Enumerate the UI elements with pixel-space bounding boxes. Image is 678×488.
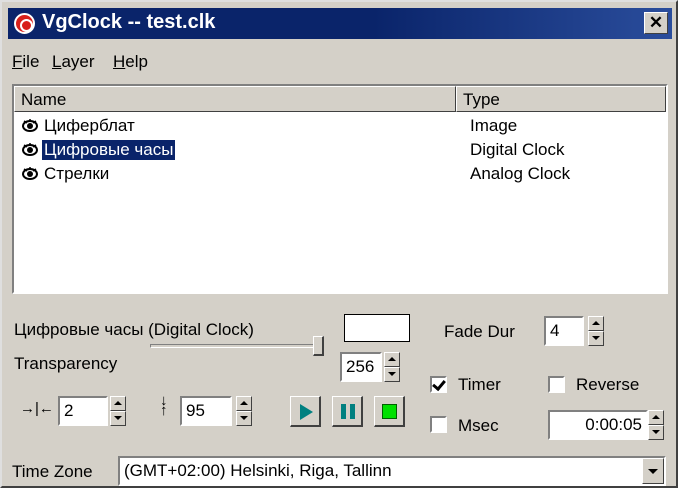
time-zone-select[interactable]: (GMT+02:00) Helsinki, Riga, Tallinn [118, 456, 666, 486]
fade-dur-spinner[interactable] [588, 316, 604, 346]
spin-up-icon[interactable] [648, 410, 664, 425]
slider-thumb[interactable] [313, 336, 324, 356]
x-offset-spinner[interactable] [110, 396, 126, 426]
time-zone-value: (GMT+02:00) Helsinki, Riga, Tallinn [124, 461, 392, 480]
spin-up-icon[interactable] [588, 316, 604, 331]
duration-field[interactable]: 0:00:05 [548, 410, 648, 440]
reverse-label: Reverse [576, 375, 640, 394]
spin-down-icon[interactable] [110, 411, 126, 426]
duration-spinner[interactable] [648, 410, 664, 440]
layer-list[interactable]: Name Type Циферблат Image Цифровые часы … [12, 84, 668, 294]
timer-checkbox[interactable] [430, 376, 447, 393]
vertical-offset-icon: ↓ ↑ [160, 392, 168, 419]
horizontal-offset-icon: →|← [20, 400, 54, 417]
timer-label: Timer [458, 375, 501, 394]
pause-button[interactable] [332, 396, 363, 427]
fade-dur-label: Fade Dur [444, 322, 515, 341]
transparency-spinner[interactable] [384, 352, 400, 382]
close-button[interactable]: ✕ [644, 12, 668, 34]
transparency-label: Transparency [14, 354, 118, 373]
layer-name: Стрелки [44, 164, 110, 183]
msec-checkbox[interactable] [430, 416, 447, 433]
column-header-type[interactable]: Type [456, 86, 666, 112]
y-offset-field[interactable]: 95 [180, 396, 232, 426]
fade-dur-field[interactable]: 4 [544, 316, 584, 346]
title-bar[interactable]: VgClock -- test.clk ✕ [8, 8, 672, 39]
eye-visibility-icon[interactable] [22, 167, 38, 181]
chevron-down-icon[interactable] [642, 458, 664, 484]
msec-label: Msec [458, 416, 499, 435]
spin-down-icon[interactable] [384, 367, 400, 382]
list-item[interactable]: Стрелки Analog Clock [14, 162, 664, 188]
spin-up-icon[interactable] [384, 352, 400, 367]
play-icon [300, 404, 313, 420]
color-swatch[interactable] [344, 314, 410, 342]
layer-type: Digital Clock [470, 140, 565, 159]
pause-icon [340, 404, 356, 419]
time-zone-label: Time Zone [12, 462, 93, 481]
list-item[interactable]: Цифровые часы Digital Clock [14, 138, 664, 164]
layer-type: Image [470, 116, 518, 135]
spin-down-icon[interactable] [648, 425, 664, 440]
spin-up-icon[interactable] [236, 396, 252, 411]
stop-button[interactable] [374, 396, 405, 427]
x-offset-field[interactable]: 2 [58, 396, 108, 426]
reverse-checkbox[interactable] [548, 376, 565, 393]
layer-caption: Цифровые часы (Digital Clock) [14, 320, 254, 339]
column-header-name[interactable]: Name [14, 86, 456, 112]
spin-down-icon[interactable] [236, 411, 252, 426]
window-title: VgClock -- test.clk [42, 11, 216, 33]
spin-up-icon[interactable] [110, 396, 126, 411]
clock-app-icon [14, 13, 35, 34]
transparency-slider[interactable] [150, 344, 324, 348]
y-offset-spinner[interactable] [236, 396, 252, 426]
menu-layer[interactable]: Layer [52, 52, 95, 72]
list-item[interactable]: Циферблат Image [14, 114, 664, 140]
layer-name: Цифровые часы [40, 139, 177, 161]
menu-help[interactable]: Help [113, 52, 148, 72]
menu-file[interactable]: File [12, 52, 39, 72]
menu-bar: File Layer Help [8, 42, 672, 82]
transparency-field[interactable]: 256 [340, 352, 382, 382]
stop-icon [382, 404, 397, 419]
play-button[interactable] [290, 396, 321, 427]
layer-type: Analog Clock [470, 164, 571, 183]
eye-visibility-icon[interactable] [22, 143, 38, 157]
layer-name: Циферблат [44, 116, 135, 135]
eye-visibility-icon[interactable] [22, 119, 38, 133]
spin-down-icon[interactable] [588, 331, 604, 346]
